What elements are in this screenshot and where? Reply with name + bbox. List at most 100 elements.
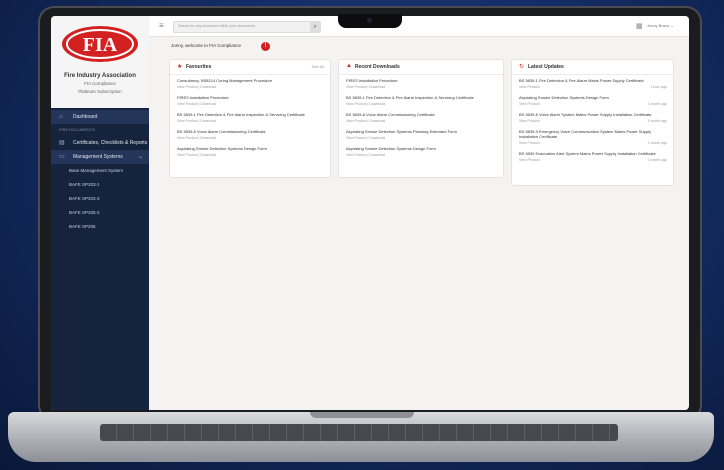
view-product-link[interactable]: View Product xyxy=(519,85,540,89)
sidebar-item-label: Management Systems xyxy=(73,154,123,160)
logo-text: FIA xyxy=(83,34,118,56)
user-name: Jonny Bravo xyxy=(647,23,670,28)
sidebar-section-label: Fire Documents xyxy=(59,127,95,132)
camera-icon xyxy=(367,18,372,23)
card-header: ★ Favourites See All xyxy=(170,60,330,75)
item-actions[interactable]: View Product | Download xyxy=(346,119,385,123)
laptop-keyboard xyxy=(100,424,618,441)
item-actions[interactable]: View Product | Download xyxy=(346,153,385,157)
list-item[interactable]: Aspirating Smoke Detection Systems Plann… xyxy=(339,126,503,143)
sidebar-subitem[interactable]: BAFE SP203-1 xyxy=(51,178,149,192)
item-time: 1 hour ago xyxy=(650,85,667,89)
brand-subtitle: FIA Compliance xyxy=(84,81,116,86)
menu-icon[interactable]: ≡ xyxy=(159,21,164,30)
list-item[interactable]: Aspirating Smoke Detection Systems Desig… xyxy=(339,143,503,160)
card-title: Latest Updates xyxy=(528,64,564,70)
item-title: Aspirating Smoke Detection Systems Plann… xyxy=(346,129,457,134)
list-item[interactable]: FIRES Installation Procedure View Product… xyxy=(339,75,503,92)
sidebar-item-label: Dashboard xyxy=(73,114,98,120)
laptop-opening-notch xyxy=(310,412,414,418)
star-icon: ★ xyxy=(177,64,183,70)
top-bar: ≡ Search for any document within your do… xyxy=(149,16,689,37)
brand-name: Fire Industry Association xyxy=(64,73,136,79)
brand-tagline: Platinum Subscription xyxy=(78,89,122,94)
sidebar-subitem[interactable]: BAFE SP205-2 xyxy=(51,206,149,220)
home-icon: ⌂ xyxy=(59,114,63,120)
item-title: Consultancy, BS8214 Coring Management Pr… xyxy=(177,78,273,83)
item-actions[interactable]: View Product | Download xyxy=(346,136,385,140)
list-item[interactable]: BS 5839-1 Fire Detection & Fire Alarm In… xyxy=(170,109,330,126)
view-product-link[interactable]: View Product xyxy=(519,119,540,123)
list-item[interactable]: Aspirating Smoke Detection Systems Desig… xyxy=(170,143,330,160)
sidebar-item-certificates[interactable]: ▤ Certificates, Checklists & Reports › xyxy=(51,136,149,150)
list-item[interactable]: BS 5839-8 Voice Alarm Commissioning Cert… xyxy=(339,109,503,126)
card-title: Recent Downloads xyxy=(355,64,400,70)
list-item[interactable]: BS 5839-9 Emergency Voice Communication … xyxy=(512,126,673,148)
item-actions[interactable]: View Product | Download xyxy=(177,102,216,106)
item-title: FIRES Installation Procedure xyxy=(346,78,398,83)
apps-icon[interactable]: ▦ xyxy=(636,22,643,30)
list-item[interactable]: BS 5839-1 Fire Detection & Fire Alarm Ma… xyxy=(512,75,673,92)
alert-icon[interactable]: ! xyxy=(261,42,270,51)
welcome-text: Jonny, welcome to FIA Compliance xyxy=(171,43,241,48)
app-screen: FIA Fire Industry Association FIA Compli… xyxy=(51,16,689,410)
card-title: Favourites xyxy=(186,64,212,70)
sidebar-item-dashboard[interactable]: ⌂ Dashboard xyxy=(51,110,149,124)
view-product-link[interactable]: View Product xyxy=(519,102,540,106)
item-title: BS 5839-6 Voice Alarm System Mains Power… xyxy=(519,112,652,117)
favourites-card: ★ Favourites See All Consultancy, BS8214… xyxy=(169,59,331,178)
fia-logo[interactable]: FIA xyxy=(60,24,140,64)
item-time: 1 month ago xyxy=(647,158,667,162)
list-item[interactable]: BS 5839 Evacuation Alert System Mains Po… xyxy=(512,148,673,165)
sidebar-item-label: Certificates, Checklists & Reports xyxy=(73,140,148,146)
item-time: 1 month ago xyxy=(647,141,667,145)
item-actions[interactable]: View Product | Download xyxy=(177,153,216,157)
sidebar: FIA Fire Industry Association FIA Compli… xyxy=(51,16,149,410)
user-menu[interactable]: Jonny Bravo ⌄ xyxy=(647,23,674,28)
item-actions[interactable]: View Product | Download xyxy=(177,85,216,89)
item-title: BS 5839-8 Voice Alarm Commissioning Cert… xyxy=(346,112,435,117)
search-icon[interactable]: ⌕ xyxy=(310,22,320,32)
item-time: 1 month ago xyxy=(647,102,667,106)
card-header: ▲ Recent Downloads xyxy=(339,60,503,75)
list-item[interactable]: Consultancy, BS8214 Coring Management Pr… xyxy=(170,75,330,92)
sidebar-item-management-systems[interactable]: ▭ Management Systems ⌄ xyxy=(51,150,149,164)
view-product-link[interactable]: View Product xyxy=(519,158,540,162)
chevron-down-icon: ⌄ xyxy=(137,154,143,160)
item-title: Aspirating Smoke Detection Systems Desig… xyxy=(519,95,609,100)
sidebar-subitem[interactable]: BAFE SP203-3 xyxy=(51,192,149,206)
item-actions[interactable]: View Product | Download xyxy=(177,136,216,140)
item-title: BS 5839-1 Fire Detection & Fire Alarm Ma… xyxy=(519,78,644,83)
search-input[interactable]: Search for any document within your docu… xyxy=(173,21,321,33)
list-item[interactable]: BS 5839-6 Voice Alarm Commissioning Cert… xyxy=(170,126,330,143)
view-product-link[interactable]: View Product xyxy=(519,141,540,145)
brand-panel: FIA Fire Industry Association FIA Compli… xyxy=(51,16,149,108)
recent-downloads-card: ▲ Recent Downloads FIRES Installation Pr… xyxy=(338,59,504,178)
latest-updates-card: ↻ Latest Updates BS 5839-1 Fire Detectio… xyxy=(511,59,674,186)
list-item[interactable]: FIRES Installation Procedure View Product… xyxy=(170,92,330,109)
item-title: Aspirating Smoke Detection Systems Desig… xyxy=(177,146,267,151)
list-item[interactable]: BS 5839-6 Voice Alarm System Mains Power… xyxy=(512,109,673,126)
item-title: BS 5839-6 Voice Alarm Commissioning Cert… xyxy=(177,129,266,134)
document-icon: ▤ xyxy=(59,140,65,146)
list-item[interactable]: BS 5839-1 Fire Detection & Fire Alarm In… xyxy=(339,92,503,109)
download-icon: ▲ xyxy=(346,63,352,69)
item-actions[interactable]: View Product | Download xyxy=(177,119,216,123)
item-title: BS 5839-9 Emergency Voice Communication … xyxy=(519,129,652,139)
search-placeholder: Search for any document within your docu… xyxy=(178,24,255,28)
item-title: Aspirating Smoke Detection Systems Desig… xyxy=(346,146,436,151)
sidebar-subitem[interactable]: Base Management System xyxy=(51,164,149,178)
item-title: BS 5839-1 Fire Detection & Fire Alarm In… xyxy=(346,95,474,100)
list-item[interactable]: Aspirating Smoke Detection Systems Desig… xyxy=(512,92,673,109)
item-time: 1 month ago xyxy=(647,119,667,123)
item-title: BS 5839-1 Fire Detection & Fire Alarm In… xyxy=(177,112,305,117)
item-actions[interactable]: View Product | Download xyxy=(346,102,385,106)
sidebar-subitem[interactable]: BAFE SP206 xyxy=(51,220,149,234)
camera-notch xyxy=(338,14,402,28)
item-actions[interactable]: View Product | Download xyxy=(346,85,385,89)
see-all-link[interactable]: See All xyxy=(312,64,324,69)
chevron-right-icon: › xyxy=(141,140,143,146)
refresh-icon: ↻ xyxy=(519,64,525,70)
item-title: FIRES Installation Procedure xyxy=(177,95,229,100)
item-title: BS 5839 Evacuation Alert System Mains Po… xyxy=(519,151,656,156)
